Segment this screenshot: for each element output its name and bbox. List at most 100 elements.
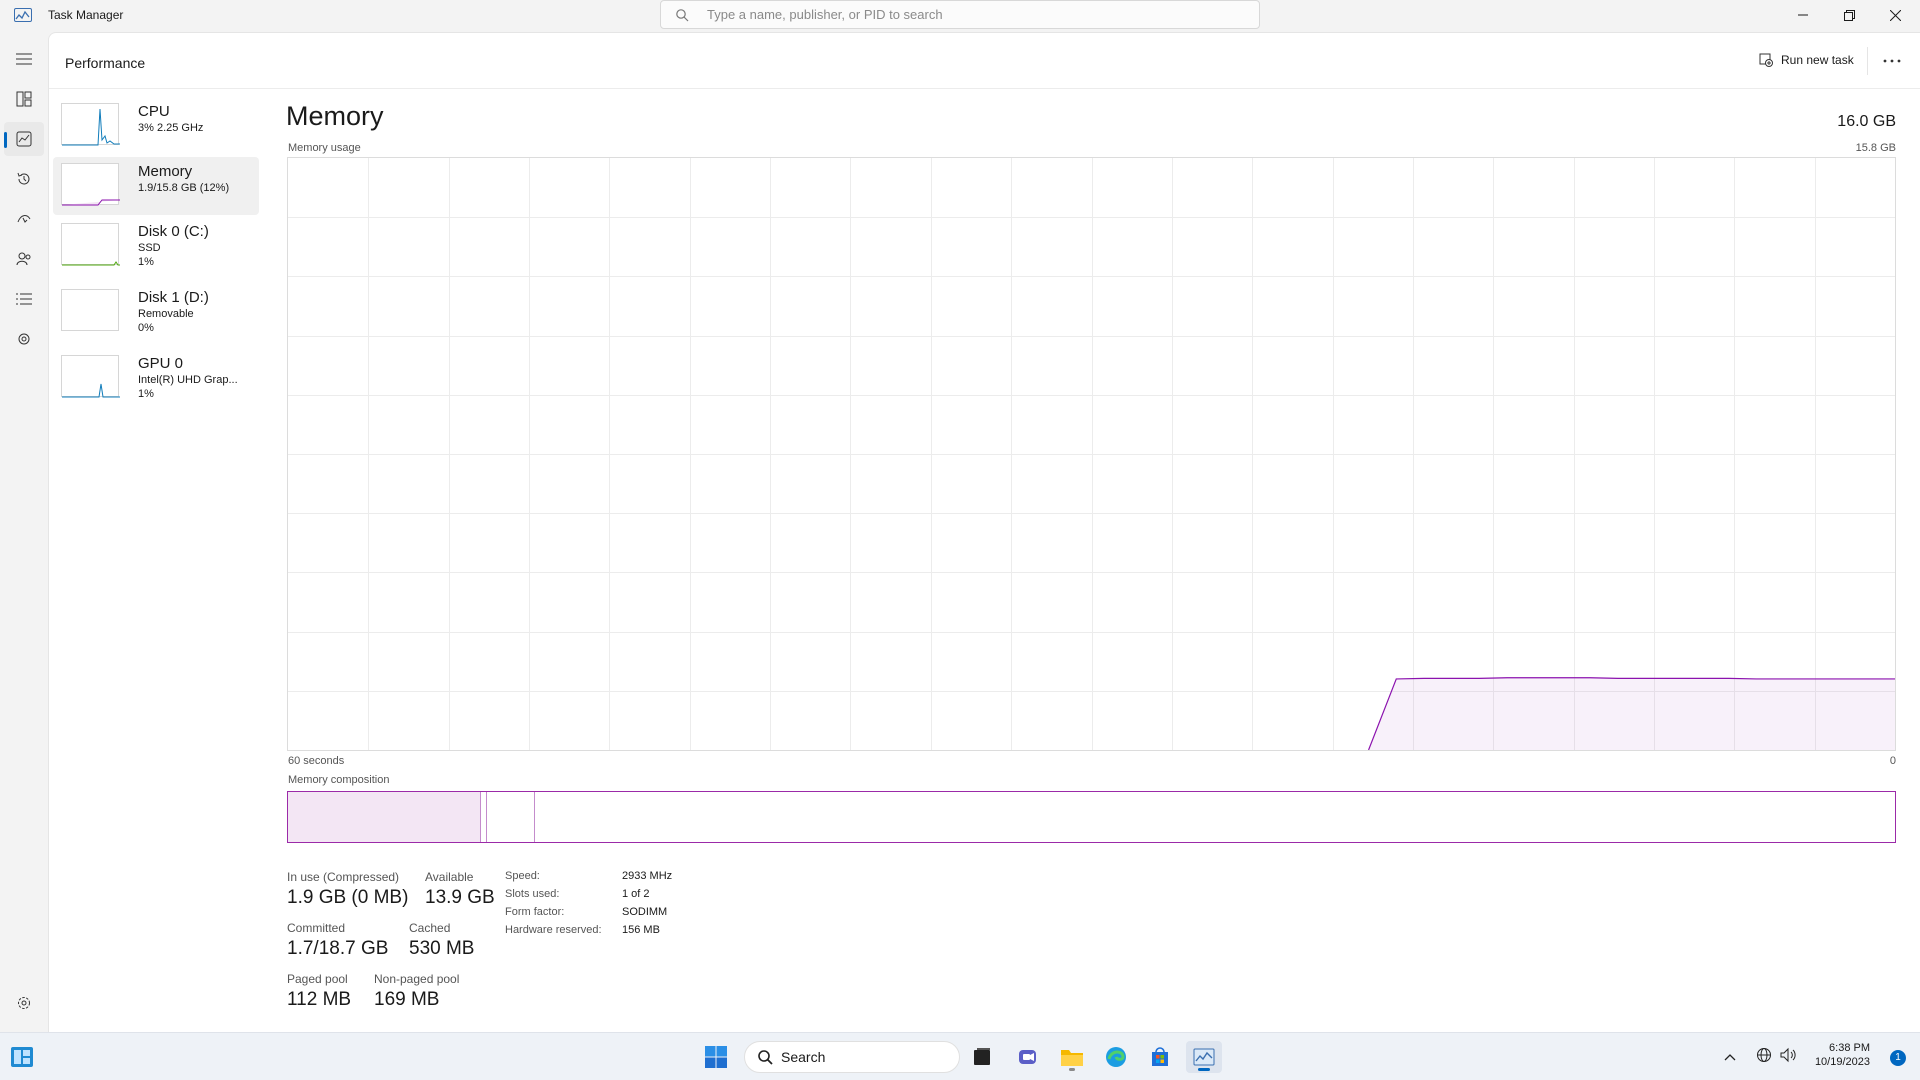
edge-button[interactable] <box>1098 1041 1134 1073</box>
clock[interactable]: 6:38 PM 10/19/2023 <box>1815 1042 1870 1068</box>
teams-chat-button[interactable] <box>1010 1041 1046 1073</box>
services-icon <box>18 333 30 345</box>
minimize-button[interactable] <box>1780 0 1826 30</box>
startup-icon <box>17 215 31 223</box>
form-factor-label: Form factor: <box>505 906 565 918</box>
speaker-icon <box>1780 1047 1796 1063</box>
form-factor-value: SODIMM <box>622 906 668 918</box>
device-name: GPU 0 <box>138 355 184 372</box>
slots-value: 1 of 2 <box>622 888 650 900</box>
memory-usage-chart <box>288 158 1895 751</box>
memory-usage-area <box>1368 677 1895 750</box>
search-icon <box>758 1050 773 1065</box>
details-icon <box>16 293 32 305</box>
users-icon <box>16 252 31 266</box>
restore-button[interactable] <box>1826 0 1872 30</box>
run-new-task-label: Run new task <box>1781 53 1854 67</box>
speed-value: 2933 MHz <box>622 870 673 882</box>
task-manager-app-icon <box>14 8 32 22</box>
x-axis-left-label: 60 seconds <box>288 755 345 767</box>
chat-icon <box>1019 1050 1036 1064</box>
device-name: CPU <box>138 103 170 120</box>
search-box[interactable] <box>660 0 1260 29</box>
nav-settings[interactable] <box>4 986 44 1020</box>
nav-startup-apps[interactable] <box>4 202 44 236</box>
running-indicator <box>1069 1068 1075 1071</box>
restore-icon <box>1843 9 1855 21</box>
nav-services[interactable] <box>4 322 44 356</box>
network-button[interactable] <box>1756 1047 1772 1068</box>
device-disk-0[interactable]: Disk 0 (C:) SSD 1% <box>53 217 259 275</box>
taskbar: Search 6:38 PM 10/19/2023 1 <box>0 1032 1920 1080</box>
memory-max-label: 15.8 GB <box>1855 142 1896 154</box>
device-disk-1[interactable]: Disk 1 (D:) Removable 0% <box>53 283 259 341</box>
search-icon <box>676 8 689 21</box>
search-input[interactable] <box>707 7 1227 22</box>
store-icon <box>1152 1047 1168 1066</box>
globe-icon <box>1757 1048 1771 1062</box>
device-name: Disk 0 (C:) <box>138 223 209 240</box>
task-manager-icon <box>1193 1048 1215 1066</box>
history-icon <box>17 172 30 185</box>
processes-icon <box>16 91 32 107</box>
nav-details[interactable] <box>4 282 44 316</box>
speed-label: Speed: <box>505 870 540 882</box>
device-memory[interactable]: Memory 1.9/15.8 GB (12%) <box>53 157 259 215</box>
clock-date: 10/19/2023 <box>1814 1056 1870 1068</box>
cached-label: Cached <box>409 921 451 935</box>
task-view-button[interactable] <box>964 1041 1000 1073</box>
performance-icon <box>16 131 32 147</box>
taskbar-search[interactable]: Search <box>744 1041 960 1073</box>
total-memory: 16.0 GB <box>1837 113 1896 130</box>
available-value: 13.9 GB <box>425 887 495 908</box>
memory-composition-bar <box>287 791 1896 843</box>
cpu-thumbnail-graph <box>61 103 120 146</box>
app-title: Task Manager <box>48 8 124 22</box>
device-cpu[interactable]: CPU 3% 2.25 GHz <box>53 97 259 155</box>
gear-icon <box>18 997 30 1009</box>
active-indicator <box>4 132 7 148</box>
composition-in-use[interactable] <box>288 792 481 842</box>
x-axis-right-label: 0 <box>1889 755 1896 767</box>
hardware-reserved-label: Hardware reserved: <box>505 924 602 936</box>
available-label: Available <box>425 870 474 884</box>
show-hidden-icons-button[interactable] <box>1724 1049 1736 1067</box>
memory-usage-graph <box>287 157 1896 751</box>
active-app-indicator <box>1198 1068 1210 1071</box>
file-explorer-button[interactable] <box>1054 1041 1090 1073</box>
device-gpu-0[interactable]: GPU 0 Intel(R) UHD Grap... 1% <box>53 349 259 407</box>
run-task-icon <box>1759 53 1773 67</box>
gpu-thumbnail-graph <box>61 355 120 398</box>
more-options-button[interactable] <box>1877 51 1907 71</box>
store-button[interactable] <box>1142 1041 1178 1073</box>
close-button[interactable] <box>1872 0 1918 30</box>
device-usage: 1% <box>138 256 154 268</box>
task-view-icon <box>974 1048 990 1065</box>
close-icon <box>1889 9 1901 21</box>
device-detail: 1.9/15.8 GB (12%) <box>138 182 230 194</box>
run-new-task-button[interactable]: Run new task <box>1759 53 1854 67</box>
hamburger-menu-button[interactable] <box>4 42 44 76</box>
non-paged-pool-value: 169 MB <box>374 989 440 1010</box>
device-detail: Removable <box>138 308 194 320</box>
notification-badge[interactable]: 1 <box>1890 1050 1906 1066</box>
nav-users[interactable] <box>4 242 44 276</box>
header-divider <box>1867 47 1868 75</box>
nav-performance[interactable] <box>4 122 44 156</box>
edge-icon <box>1106 1047 1126 1067</box>
left-navigation <box>0 32 48 1032</box>
hamburger-icon <box>16 53 32 65</box>
volume-button[interactable] <box>1780 1047 1798 1068</box>
chevron-up-icon <box>1724 1054 1736 1061</box>
page-title: Performance <box>65 55 146 71</box>
task-manager-taskbar-button[interactable] <box>1186 1041 1222 1073</box>
nav-processes[interactable] <box>4 82 44 116</box>
nav-app-history[interactable] <box>4 162 44 196</box>
disk1-thumbnail-graph <box>61 289 119 331</box>
device-usage: 0% <box>138 322 154 334</box>
composition-standby[interactable] <box>487 792 535 842</box>
disk0-thumbnail-graph <box>61 223 120 266</box>
cached-value: 530 MB <box>409 938 475 959</box>
start-button[interactable] <box>704 1045 728 1069</box>
widgets-button[interactable] <box>10 1045 34 1069</box>
